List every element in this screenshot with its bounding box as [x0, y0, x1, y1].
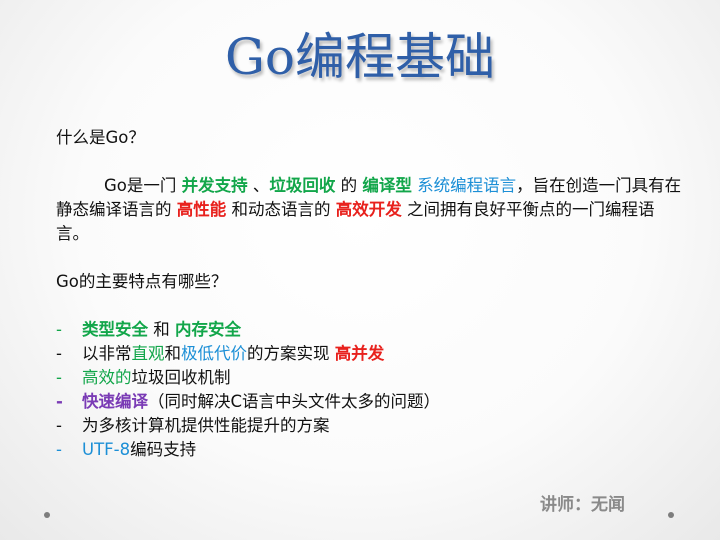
question-features: Go的主要特点有哪些？	[56, 272, 228, 291]
feature-text: 垃圾回收机制	[131, 368, 231, 387]
list-item: - 为多核计算机提供性能提升的方案	[56, 414, 682, 438]
feature-list: - 类型安全 和 内存安全 - 以非常直观和极低代价的方案实现 高并发 - 高效的垃圾…	[56, 318, 682, 462]
feature-text: 为多核计算机提供性能提升的方案	[82, 416, 330, 435]
highlight-system-lang: 系统编程语言	[417, 176, 517, 195]
bullet-dash: -	[56, 368, 62, 387]
feature-efficient: 高效的	[82, 368, 132, 387]
decorative-dot	[668, 512, 674, 518]
list-item: - 以非常直观和极低代价的方案实现 高并发	[56, 342, 682, 366]
highlight-gc: 垃圾回收	[269, 176, 336, 195]
feature-text: 编码支持	[130, 440, 197, 459]
bullet-dash: -	[56, 416, 62, 435]
bullet-dash: -	[56, 344, 62, 363]
feature-text: （同时解决C语言中头文件太多的问题）	[148, 392, 441, 411]
slide: Go编程基础 什么是Go？ Go是一门 并发支持 、垃圾回收 的 编译型 系统编…	[0, 0, 720, 540]
feature-text: 的方案实现	[247, 344, 335, 363]
para-text-3: 的	[335, 176, 363, 195]
bullet-dash: -	[56, 440, 62, 459]
highlight-compiled: 编译型	[362, 176, 412, 195]
list-item: - 高效的垃圾回收机制	[56, 366, 682, 390]
bullet-dash: -	[56, 320, 62, 339]
feature-intuitive: 直观	[131, 344, 165, 363]
list-item: - 快速编译（同时解决C语言中头文件太多的问题）	[56, 390, 682, 414]
feature-text: 以非常	[82, 344, 132, 363]
feature-low-cost: 极低代价	[181, 344, 247, 363]
feature-utf8: UTF-8	[82, 440, 131, 459]
list-item: - UTF-8编码支持	[56, 438, 682, 462]
decorative-dot	[44, 512, 50, 518]
para-text-2: 、	[247, 176, 270, 195]
slide-content: 什么是Go？ Go是一门 并发支持 、垃圾回收 的 编译型 系统编程语言，旨在创…	[56, 126, 682, 462]
feature-type-safety: 类型安全	[82, 320, 148, 339]
bullet-dash: -	[56, 392, 63, 411]
feature-fast-compile: 快速编译	[82, 392, 148, 411]
author-label: 讲师：无闻	[540, 495, 625, 515]
para-text-1: Go是一门	[104, 176, 182, 195]
definition-paragraph: Go是一门 并发支持 、垃圾回收 的 编译型 系统编程语言，旨在创造一门具有在静…	[56, 174, 682, 246]
question-what-is-go: 什么是Go？	[56, 128, 145, 147]
highlight-performance: 高性能	[176, 200, 227, 219]
feature-text: 和	[148, 320, 175, 339]
list-item: - 类型安全 和 内存安全	[56, 318, 682, 342]
feature-memory-safety: 内存安全	[175, 320, 241, 339]
highlight-efficient-dev: 高效开发	[335, 200, 402, 219]
slide-title: Go编程基础	[224, 28, 496, 86]
feature-high-concurrency: 高并发	[334, 344, 385, 363]
para-text-6: 和动态语言的	[226, 200, 336, 219]
highlight-concurrency: 并发支持	[181, 176, 248, 195]
feature-text: 和	[164, 344, 182, 363]
